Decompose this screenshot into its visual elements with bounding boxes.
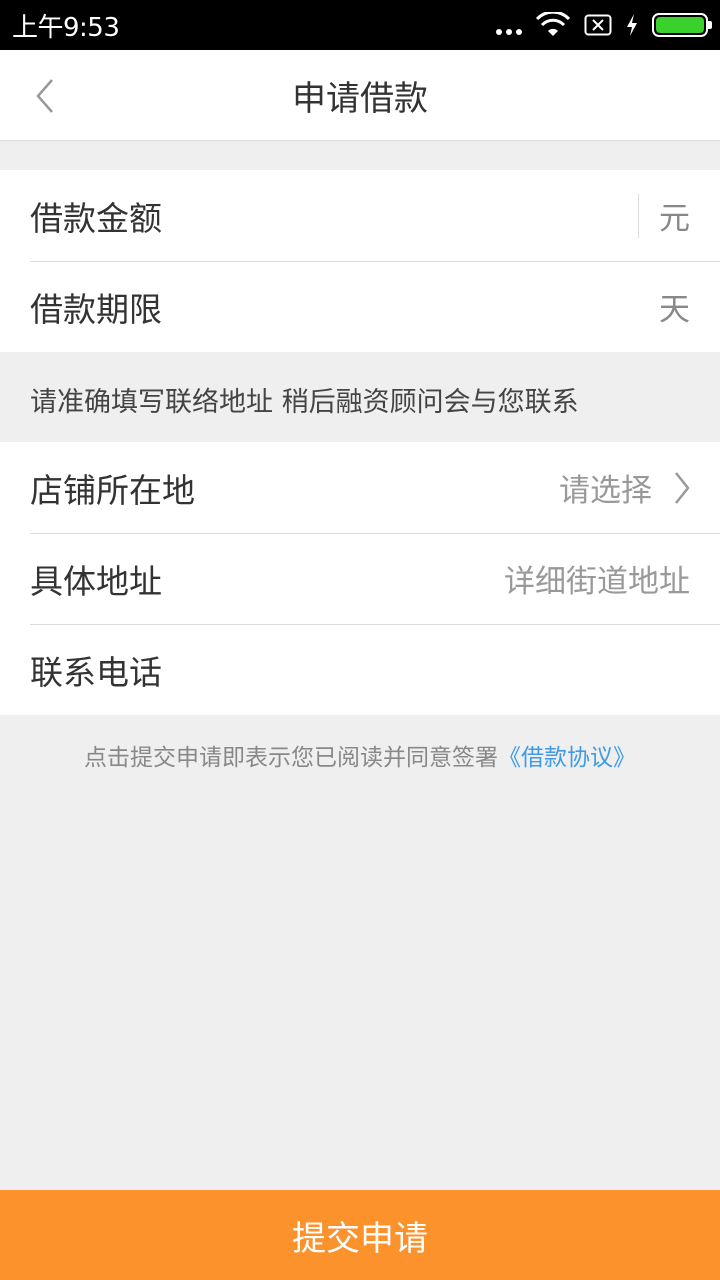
more-dots-icon [496,15,522,35]
field-divider [638,193,639,238]
detail-address-row[interactable]: 具体地址 详细街道地址 [0,533,720,624]
submit-button[interactable]: 提交申请 [0,1190,720,1280]
agreement-prefix: 点击提交申请即表示您已阅读并同意签署 [84,745,498,771]
charging-icon [627,14,637,36]
status-icons [496,12,712,38]
amount-unit: 元 [659,201,690,237]
nav-bar: 申请借款 [0,50,720,141]
detail-address-input[interactable]: 详细街道地址 [504,556,690,601]
detail-address-label: 具体地址 [30,561,162,601]
status-bar: 上午9:53 [0,0,720,50]
phone-row[interactable]: 联系电话 [0,624,720,715]
store-location-label: 店铺所在地 [30,470,195,510]
page-title: 申请借款 [292,78,428,119]
loan-term-label: 借款期限 [30,289,162,329]
loan-term-row[interactable]: 借款期限 天 [0,261,720,352]
sim-off-icon [584,14,612,36]
battery-icon [652,13,712,37]
phone-label: 联系电话 [30,652,162,692]
wifi-icon [536,12,570,36]
loan-amount-label: 借款金额 [30,198,162,238]
agreement-link[interactable]: 《借款协议》 [498,745,636,771]
chevron-left-icon [36,79,53,113]
store-location-row[interactable]: 店铺所在地 请选择 [0,442,720,533]
store-location-value: 请选择 [559,473,652,509]
back-button[interactable] [30,78,60,114]
term-unit: 天 [659,292,690,328]
status-time: 上午9:53 [12,12,120,43]
contact-hint: 请准确填写联络地址 稍后融资顾问会与您联系 [30,387,579,418]
loan-amount-row[interactable]: 借款金额 元 [0,170,720,261]
loan-group: 借款金额 元 借款期限 天 [0,170,720,352]
chevron-right-icon [674,471,690,504]
agreement-text: 点击提交申请即表示您已阅读并同意签署《借款协议》 [0,738,720,772]
address-group: 店铺所在地 请选择 具体地址 详细街道地址 联系电话 [0,442,720,715]
